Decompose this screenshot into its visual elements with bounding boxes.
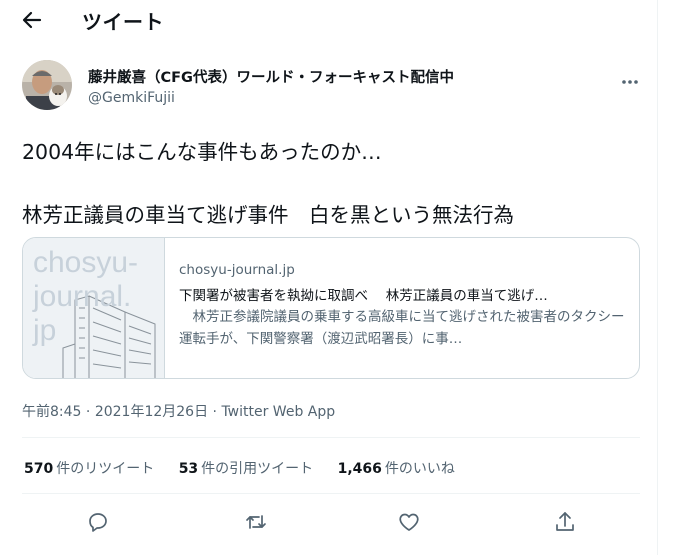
divider	[22, 437, 640, 438]
retweet-count[interactable]: 570 件のリツイート	[24, 458, 154, 478]
arrow-left-icon[interactable]	[20, 10, 44, 30]
tweet-source[interactable]: Twitter Web App	[221, 404, 335, 420]
heart-icon[interactable]	[397, 510, 421, 534]
share-icon[interactable]	[553, 510, 577, 534]
meta-separator: ·	[212, 404, 217, 420]
avatar[interactable]	[22, 60, 72, 110]
card-thumbnail-text: chosyu- journal. jp	[33, 246, 139, 347]
card-thumbnail: chosyu- journal. jp	[23, 238, 165, 378]
reply-icon[interactable]	[86, 510, 110, 534]
retweet-icon[interactable]	[244, 510, 268, 534]
page-title: ツイート	[82, 10, 164, 34]
tweet-text-line2: 林芳正議員の車当て逃げ事件 白を黒という無法行為	[22, 203, 514, 227]
tweet-time[interactable]: 午前8:45	[22, 404, 81, 420]
card-title: 下関署が被害者を執拗に取調べ 林芳正議員の車当て逃げ…	[179, 288, 548, 304]
tweet-text-line1: 2004年にはこんな事件もあったのか…	[22, 140, 382, 164]
author-name[interactable]: 藤井厳喜（CFG代表）ワールド・フォーキャスト配信中	[88, 66, 454, 87]
author-handle[interactable]: @GemkiFujii	[88, 90, 175, 106]
like-count[interactable]: 1,466 件のいいね	[338, 458, 455, 478]
tweet-date[interactable]: 2021年12月26日	[95, 404, 208, 420]
divider	[22, 493, 640, 494]
tweet-stats: 570 件のリツイート 53 件の引用ツイート 1,466 件のいいね	[24, 458, 475, 478]
quote-count[interactable]: 53 件の引用ツイート	[179, 458, 313, 478]
more-icon[interactable]	[620, 72, 640, 84]
header: ツイート	[0, 0, 657, 40]
link-card[interactable]: chosyu- journal. jp chosyu-journal.jp 下関…	[22, 237, 640, 379]
card-body: chosyu-journal.jp 下関署が被害者を執拗に取調べ 林芳正議員の車…	[179, 262, 629, 350]
column-border	[657, 0, 658, 555]
card-description: 林芳正参議院議員の乗車する高級車に当て逃げされた被害者のタクシー運転手が、下関警…	[179, 309, 625, 347]
card-domain: chosyu-journal.jp	[179, 262, 295, 278]
tweet-meta: 午前8:45 · 2021年12月26日 · Twitter Web App	[22, 401, 335, 421]
meta-separator: ·	[85, 404, 91, 420]
